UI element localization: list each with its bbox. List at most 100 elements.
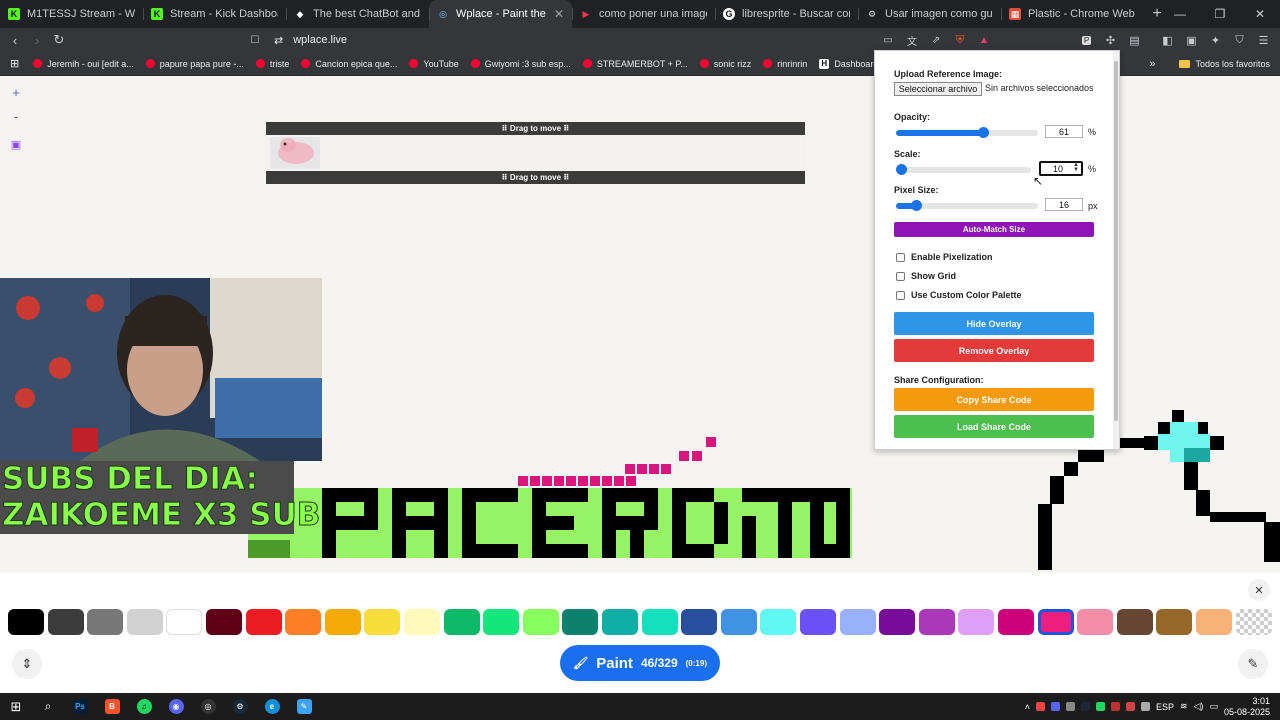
site-info-icon[interactable]: ⇄ (274, 34, 283, 47)
tab-web-store[interactable]: ▦ Plastic - Chrome Web Store (1001, 0, 1144, 28)
opacity-thumb[interactable] (977, 127, 989, 138)
color-swatch[interactable] (760, 609, 797, 635)
panel-scrollbar[interactable] (1113, 51, 1119, 449)
clock[interactable]: 3:01 05-08-2025 (1224, 696, 1270, 718)
search-button[interactable]: ⌕ (32, 693, 64, 720)
bookmark-item[interactable]: Cancion epica que... (301, 59, 397, 69)
bookmark-item[interactable]: Gwiyomi :3 sub esp... (470, 59, 571, 69)
bookmark-item[interactable]: sonic rizz (699, 59, 751, 69)
color-swatch[interactable] (1077, 609, 1114, 635)
tab-chatbot[interactable]: ◆ The best ChatBot and Widgets (286, 0, 429, 28)
maximize-button[interactable]: ❐ (1200, 0, 1240, 28)
tab-youtube-search[interactable]: ▶ como poner una imagen trans (572, 0, 715, 28)
color-swatch[interactable] (166, 609, 203, 635)
color-swatch[interactable] (641, 609, 678, 635)
bookmark-item[interactable]: STREAMERBOT + P... (582, 59, 688, 69)
pixel-size-input[interactable]: 16 (1045, 198, 1083, 211)
color-swatch[interactable] (324, 609, 361, 635)
pixel-size-slider[interactable] (896, 200, 1038, 211)
close-palette-button[interactable]: ✕ (1248, 579, 1270, 601)
vpn-icon[interactable]: ⛉ (1229, 30, 1250, 50)
tab-google-search[interactable]: Glibresprite - Buscar con Google (715, 0, 858, 28)
bookmark-item[interactable]: YouTube (409, 59, 459, 69)
extensions-icon[interactable]: ✣ (1100, 30, 1121, 50)
color-swatch[interactable] (245, 609, 282, 635)
minimize-button[interactable]: — (1160, 0, 1200, 28)
load-share-code-button[interactable]: Load Share Code (894, 415, 1094, 438)
bookmark-item[interactable]: triste (255, 59, 289, 69)
color-swatch[interactable] (87, 609, 124, 635)
checkbox-box[interactable] (896, 290, 905, 300)
share-icon[interactable]: ⇗ (926, 30, 946, 50)
tray-app-icon[interactable] (1035, 702, 1045, 711)
select-file-button[interactable]: Seleccionar archivo (894, 82, 982, 96)
bookmark-page-icon[interactable]: ☐ (244, 29, 266, 51)
wifi-icon[interactable]: ≋ (1180, 701, 1188, 712)
color-swatch[interactable] (1196, 609, 1232, 635)
brave-rewards-icon[interactable]: ▲ (974, 30, 994, 50)
color-swatch[interactable] (483, 609, 520, 635)
tab-m1tessj[interactable]: K M1TESSJ Stream - Watch L (0, 0, 143, 28)
color-swatch[interactable] (1156, 609, 1193, 635)
enable-pixelization-checkbox[interactable]: Enable Pixelization (896, 252, 993, 262)
color-swatch[interactable] (1116, 609, 1153, 635)
expand-toggle-button[interactable]: ⇕ (12, 649, 42, 679)
color-swatch[interactable] (404, 609, 440, 635)
scrollbar-thumb[interactable] (1114, 61, 1118, 421)
eraser-button[interactable]: ✎ (1238, 649, 1268, 679)
tray-app-icon[interactable] (1065, 702, 1075, 711)
paint-button[interactable]: 🖌 Paint 46/329 (0:19) (560, 645, 720, 681)
photoshop-app[interactable]: Ps (64, 693, 96, 720)
scale-thumb[interactable] (896, 164, 908, 175)
color-swatch[interactable] (839, 609, 876, 635)
sidebar-icon[interactable]: ◧ (1157, 30, 1178, 50)
scale-slider[interactable] (896, 164, 1031, 175)
spin-arrows-icon[interactable]: ▲ ▼ (1073, 162, 1079, 173)
start-button[interactable]: ⊞ (0, 693, 32, 720)
checkbox-box[interactable] (896, 252, 905, 262)
color-swatch[interactable] (918, 609, 955, 635)
color-swatch[interactable] (1037, 609, 1074, 635)
menu-icon[interactable]: ☰ (1253, 30, 1274, 50)
color-swatch[interactable] (206, 609, 242, 635)
forward-button[interactable]: › (26, 29, 48, 51)
color-swatch[interactable] (364, 609, 401, 635)
color-swatch[interactable] (285, 609, 322, 635)
steam-app[interactable]: ⚙ (224, 693, 256, 720)
tray-app-icon[interactable] (1095, 702, 1105, 711)
tray-chevron-icon[interactable]: ˄ (1025, 702, 1030, 712)
language-indicator[interactable]: ESP (1156, 702, 1174, 712)
hide-overlay-button[interactable]: Hide Overlay (894, 312, 1094, 335)
bookmark-item[interactable]: Jeremih - oui [edit a... (33, 59, 134, 69)
color-swatch[interactable] (800, 609, 836, 635)
apps-grid-icon[interactable]: ⊞ (10, 57, 19, 70)
tab-guide[interactable]: ⚙ Usar imagen como guía (858, 0, 1001, 28)
opacity-input[interactable]: 61 (1045, 125, 1083, 138)
color-swatch[interactable] (879, 609, 916, 635)
transparent-swatch[interactable] (1235, 609, 1272, 635)
back-button[interactable]: ‹ (4, 29, 26, 51)
color-swatch[interactable] (602, 609, 638, 635)
scale-input[interactable]: 10 ▲ ▼ (1039, 161, 1083, 176)
close-window-button[interactable]: ✕ (1240, 0, 1280, 28)
color-swatch[interactable] (681, 609, 718, 635)
cast-icon[interactable]: ▭ (878, 30, 898, 50)
color-swatch[interactable] (720, 609, 757, 635)
color-swatch[interactable] (998, 609, 1034, 635)
wallet-icon[interactable]: ▣ (1181, 30, 1202, 50)
plastic-extension-icon[interactable]: P (1076, 30, 1097, 50)
tray-app-icon[interactable] (1140, 702, 1150, 711)
copy-share-code-button[interactable]: Copy Share Code (894, 388, 1094, 411)
auto-match-size-button[interactable]: Auto-Match Size (894, 222, 1094, 237)
obs-app[interactable]: ◎ (192, 693, 224, 720)
color-swatch[interactable] (562, 609, 599, 635)
color-swatch[interactable] (8, 609, 44, 635)
bookmark-item[interactable]: rinrinrin (763, 59, 807, 69)
brave-app[interactable]: B (96, 693, 128, 720)
tray-app-icon[interactable] (1080, 702, 1090, 711)
battery-icon[interactable]: ▭ (1209, 701, 1218, 712)
close-tab-icon[interactable]: ✕ (554, 7, 564, 21)
bookmark-item[interactable]: H Dashboard (819, 58, 878, 69)
color-swatch[interactable] (47, 609, 84, 635)
custom-palette-checkbox[interactable]: Use Custom Color Palette (896, 290, 1022, 300)
